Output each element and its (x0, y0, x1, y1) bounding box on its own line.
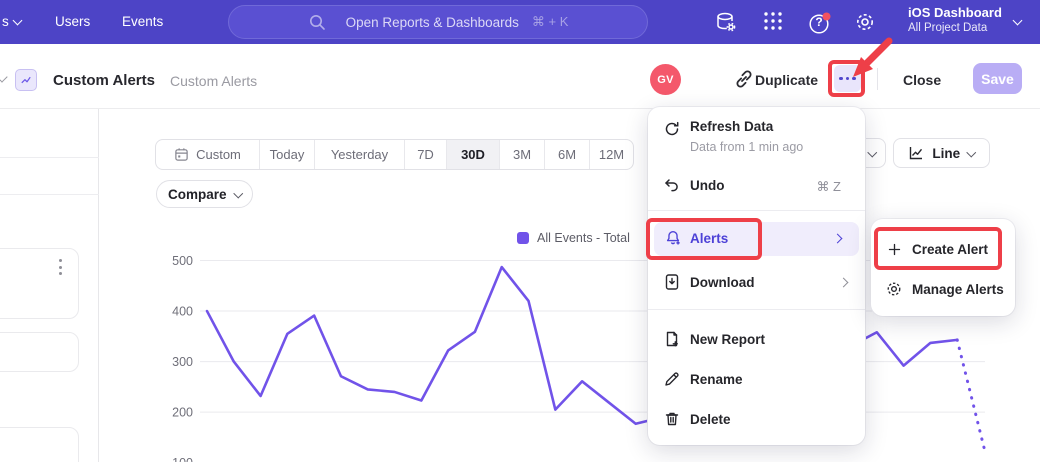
new-report-icon (663, 330, 681, 348)
settings-gear-icon[interactable] (853, 10, 877, 34)
menu-item-undo[interactable]: Undo ⌘ Z (648, 169, 865, 201)
date-range-12m[interactable]: 12M (589, 140, 633, 169)
date-range-today[interactable]: Today (259, 140, 314, 169)
divider (0, 157, 99, 158)
top-nav: s Users Events Open Reports & Dashboards… (0, 0, 1040, 44)
list-item[interactable] (0, 332, 79, 372)
nav-item-users[interactable]: Users (55, 14, 90, 29)
more-options-button[interactable] (834, 65, 861, 92)
legend-swatch (517, 232, 529, 244)
left-panel (0, 109, 99, 462)
avatar[interactable]: GV (650, 64, 681, 95)
page-title: Custom Alerts (53, 72, 155, 89)
legend-all-events-total[interactable]: All Events - Total (517, 231, 630, 245)
breadcrumb: Custom Alerts (170, 73, 257, 89)
submenu-item-create-alert[interactable]: Create Alert (871, 233, 1015, 267)
svg-text:200: 200 (172, 406, 193, 420)
truncated-back-chevron-icon (0, 71, 8, 82)
apps-grid-icon[interactable] (762, 10, 786, 34)
svg-text:100: 100 (172, 456, 193, 462)
nav-item-label: s (2, 14, 9, 29)
duplicate-button[interactable]: Duplicate (755, 72, 818, 88)
project-name: iOS Dashboard (908, 5, 1002, 21)
date-range-6m[interactable]: 6M (544, 140, 589, 169)
gear-icon (885, 280, 903, 298)
submenu-item-manage-alerts[interactable]: Manage Alerts (871, 272, 1015, 306)
alert-bell-plus-icon (664, 229, 682, 247)
list-item[interactable] (0, 248, 79, 319)
divider (648, 309, 865, 310)
undo-icon (663, 176, 681, 194)
legend-label: All Events - Total (537, 231, 630, 245)
data-management-icon[interactable] (714, 10, 738, 34)
date-range-7d[interactable]: 7D (404, 140, 446, 169)
svg-text:500: 500 (172, 254, 193, 268)
date-range-30d-selected[interactable]: 30D (446, 140, 499, 169)
menu-item-download[interactable]: Download (648, 265, 865, 299)
date-range-selector: Custom Today Yesterday 7D 30D 3M 6M 12M (155, 139, 634, 170)
project-scope: All Project Data (908, 21, 1002, 35)
date-range-3m[interactable]: 3M (499, 140, 544, 169)
help-icon[interactable]: ? (807, 10, 831, 34)
calendar-icon (174, 147, 189, 162)
svg-text:400: 400 (172, 305, 193, 319)
refresh-status: Data from 1 min ago (690, 140, 803, 154)
chevron-down-icon (12, 16, 22, 26)
undo-shortcut: ⌘ Z (816, 179, 841, 195)
global-search-input[interactable]: Open Reports & Dashboards ⌘ + K (228, 5, 648, 39)
chevron-down-icon (967, 147, 976, 156)
report-thumbnail-icon (15, 69, 37, 91)
submenu-arrow-icon (833, 234, 843, 244)
nav-item-events[interactable]: Events (122, 14, 163, 29)
alerts-submenu: Create Alert Manage Alerts (871, 219, 1015, 316)
question-mark: ? (807, 10, 831, 34)
svg-text:300: 300 (172, 355, 193, 369)
search-placeholder: Open Reports & Dashboards (346, 15, 519, 30)
project-switcher[interactable]: iOS Dashboard All Project Data (908, 5, 1002, 35)
save-button[interactable]: Save (973, 63, 1022, 94)
close-button[interactable]: Close (903, 72, 941, 88)
list-item[interactable] (0, 427, 79, 462)
nav-item-boards-truncated[interactable]: s (2, 14, 21, 29)
pencil-icon (663, 370, 681, 388)
chevron-down-icon (867, 147, 876, 156)
more-options-menu: Refresh Data Data from 1 min ago Undo ⌘ … (648, 107, 865, 445)
download-icon (663, 273, 681, 291)
divider (0, 194, 99, 195)
app-window: s Users Events Open Reports & Dashboards… (0, 0, 1040, 462)
line-chart-icon (908, 145, 924, 161)
chevron-down-icon (1013, 16, 1023, 26)
compare-button[interactable]: Compare (156, 180, 253, 208)
date-range-yesterday[interactable]: Yesterday (314, 140, 404, 169)
menu-item-new-report[interactable]: New Report (648, 323, 865, 357)
menu-item-refresh-data[interactable]: Refresh Data Data from 1 min ago (648, 115, 865, 163)
divider (877, 68, 878, 90)
search-shortcut: ⌘ + K (532, 14, 569, 30)
date-range-custom[interactable]: Custom (156, 140, 259, 169)
kebab-menu-icon[interactable] (59, 259, 62, 275)
report-header: Custom Alerts Custom Alerts GV Duplicate… (0, 44, 1040, 109)
chevron-down-icon (233, 188, 242, 197)
divider (648, 210, 865, 211)
submenu-arrow-icon (839, 278, 849, 288)
copy-link-icon[interactable] (733, 68, 755, 95)
menu-item-rename[interactable]: Rename (648, 363, 865, 397)
menu-item-delete[interactable]: Delete (648, 403, 865, 437)
trash-icon (663, 410, 681, 428)
search-icon (308, 13, 326, 31)
plus-icon (887, 242, 902, 257)
menu-item-alerts[interactable]: Alerts (654, 222, 859, 256)
refresh-icon (663, 120, 681, 138)
chart-type-button[interactable]: Line (893, 138, 990, 168)
